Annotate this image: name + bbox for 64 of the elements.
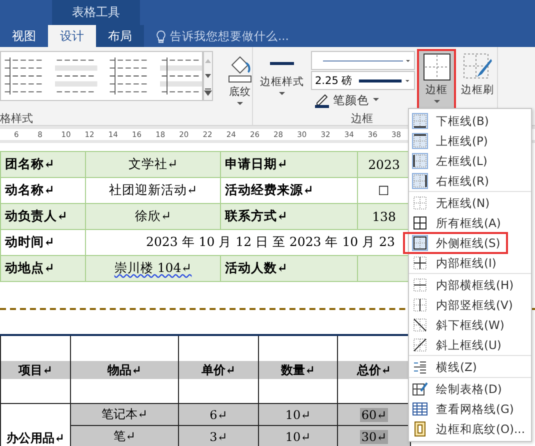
ribbon-tab[interactable]: 布局 [96, 25, 144, 47]
menu-item[interactable]: 内部横框线(H) [409, 275, 531, 295]
caret-icon [278, 91, 286, 97]
column-header: 数量↵ [259, 360, 337, 378]
menu-item[interactable]: 上框线(P) [409, 131, 531, 151]
table-cell: 3↵ [178, 426, 258, 446]
contextual-tab-header: 表格工具 [52, 0, 140, 25]
table-cell: 60↵ [360, 408, 388, 422]
menu-item[interactable]: 右框线(R) [409, 171, 531, 192]
column-header: 物品↵ [71, 360, 178, 378]
pen-icon [314, 92, 330, 108]
menu-item[interactable]: 查看网格线(G) [409, 399, 531, 419]
border-grid-icon [422, 53, 450, 81]
menu-item[interactable]: 边框和底纹(O)... [409, 419, 531, 439]
table-cell: 动地点↵ [0, 256, 86, 282]
border-styles-button[interactable]: 边框样式 [257, 51, 307, 99]
border-brush-icon [462, 53, 492, 81]
table-cell: 138 [358, 204, 410, 230]
menu-item[interactable]: 内部框线(I) [409, 253, 531, 274]
ribbon-tab[interactable]: 设计 [48, 25, 96, 47]
table-cell: 团名称↵ [0, 152, 86, 178]
group-label: 边框 [351, 111, 373, 125]
table-cell: 联系方式↵ [220, 204, 358, 230]
menu-item[interactable]: 下框线(B) [409, 111, 531, 131]
shading-button[interactable]: 底纹 [223, 51, 257, 109]
menu-item[interactable]: 内部竖框线(V) [409, 295, 531, 315]
table-cell: 10↵ [258, 404, 338, 426]
column-header: 项目↵ [1, 360, 70, 378]
table-cell: 申请日期↵ [220, 152, 358, 178]
pen-color-button[interactable]: 笔颜色 [311, 91, 415, 109]
table-cell: 动负责人↵ [0, 204, 86, 230]
menu-item[interactable]: 绘制表格(D) [409, 379, 531, 399]
menu-item[interactable]: 所有框线(A) [409, 213, 531, 233]
table-cell: 10↵ [258, 426, 338, 446]
caret-icon [372, 97, 380, 103]
table-cell: 笔↵ [70, 426, 178, 446]
menu-item[interactable]: 左框线(L) [409, 151, 531, 171]
table-cell: 办公用品↵ [0, 404, 70, 446]
lightbulb-icon[interactable] [156, 30, 166, 42]
table-style-gallery[interactable] [0, 51, 203, 101]
table-cell: 文学社↵ [86, 152, 220, 178]
column-header: 总价↵ [338, 360, 410, 378]
table-cell: 活动人数↵ [220, 256, 358, 282]
column-header: 单价↵ [179, 360, 258, 378]
line-weight-dropdown[interactable]: 2.25 磅 [311, 71, 415, 90]
caret-icon [432, 99, 440, 105]
flagged-text: 崇川楼 104↵ [114, 260, 192, 275]
tell-me-field[interactable]: 告诉我您想要做什么... [170, 28, 289, 44]
line-style-dropdown[interactable] [311, 51, 415, 70]
menu-item[interactable]: 斜上框线(U) [409, 335, 531, 356]
menu-item[interactable]: 无框线(N) [409, 193, 531, 213]
caret-icon [236, 101, 244, 107]
line-style-icon [270, 62, 294, 65]
table-cell: 2023 [358, 152, 410, 178]
table-cell: 笔记本↵ [70, 404, 178, 426]
menu-item[interactable]: 横线(Z) [409, 357, 531, 378]
group-label: 格样式 [0, 111, 33, 125]
table-cell: 徐欣↵ [86, 204, 220, 230]
table-cell: 30↵ [360, 430, 388, 444]
ribbon-tab[interactable]: 视图 [0, 25, 48, 47]
table-cell: 6↵ [178, 404, 258, 426]
borders-button[interactable]: 边框 [419, 51, 454, 111]
menu-item[interactable]: 斜下框线(W) [409, 315, 531, 335]
border-painter-button[interactable]: 边框刷 [458, 51, 497, 99]
